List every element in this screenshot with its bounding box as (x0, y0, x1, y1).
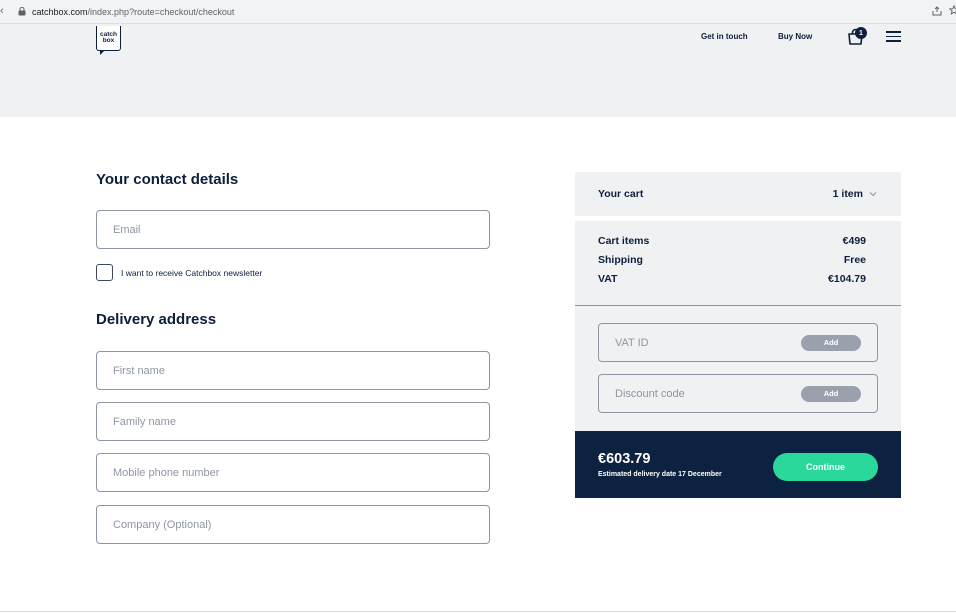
chevron-down-icon (869, 192, 877, 197)
continue-button[interactable]: Continue (773, 453, 878, 481)
discount-code-placeholder: Discount code (615, 387, 685, 400)
vat-id-field[interactable]: VAT ID Add (598, 323, 878, 362)
contact-details-heading: Your contact details (96, 171, 239, 188)
summary-row-shipping: Shipping Free (598, 251, 866, 270)
url-path: /index.php?route=checkout/checkout (87, 7, 235, 17)
summary-value: €499 (842, 235, 866, 247)
logo-text: catch box (100, 31, 117, 44)
mobile-phone-field[interactable]: Mobile phone number (96, 453, 490, 492)
newsletter-checkbox[interactable] (96, 264, 113, 281)
summary-row-vat: VAT €104.79 (598, 270, 866, 289)
summary-label: Cart items (598, 235, 650, 247)
site-header: catch box Get in touch Buy Now (0, 24, 956, 117)
summary-label: Shipping (598, 254, 643, 266)
url-text[interactable]: catchbox.com/index.php?route=checkout/ch… (32, 7, 234, 17)
cart-title: Your cart (598, 188, 644, 200)
cart-count-badge: 1 (855, 27, 867, 39)
vat-id-placeholder: VAT ID (615, 336, 649, 349)
delivery-address-heading: Delivery address (96, 311, 217, 328)
back-arrow-icon[interactable]: ‹ (0, 5, 4, 17)
get-in-touch-link[interactable]: Get in touch (701, 32, 748, 41)
total-amount: €603.79 (598, 451, 651, 467)
newsletter-option: I want to receive Catchbox newsletter (96, 264, 262, 281)
summary-value: €104.79 (828, 273, 866, 285)
discount-code-field[interactable]: Discount code Add (598, 374, 878, 413)
footer-divider (0, 611, 956, 612)
first-name-field[interactable]: First name (96, 351, 490, 390)
browser-address-bar: ‹ catchbox.com/index.php?route=checkout/… (0, 0, 956, 24)
family-name-field[interactable]: Family name (96, 402, 490, 441)
bookmark-star-icon[interactable] (949, 5, 956, 15)
cart-count: 1 item (833, 188, 877, 200)
buy-now-link[interactable]: Buy Now (778, 32, 812, 41)
cart-total-bar: €603.79 Estimated delivery date 17 Decem… (575, 431, 901, 498)
logo-line-2: box (102, 37, 115, 44)
cart-item-count: 1 item (832, 188, 863, 200)
cart-header-toggle[interactable]: Your cart 1 item (575, 172, 901, 216)
checkout-main: Your contact details Email I want to rec… (0, 117, 956, 544)
share-icon[interactable] (932, 6, 942, 16)
cart-summary: Cart items €499 Shipping Free VAT €104.7… (575, 221, 901, 306)
url-host: catchbox.com (32, 7, 88, 17)
hamburger-menu-icon[interactable] (886, 31, 901, 43)
newsletter-label: I want to receive Catchbox newsletter (121, 267, 263, 278)
cart-codes: VAT ID Add Discount code Add (575, 306, 901, 431)
add-vat-id-button[interactable]: Add (801, 334, 861, 351)
catchbox-logo[interactable]: catch box (96, 26, 121, 55)
summary-label: VAT (598, 273, 618, 285)
lock-icon (18, 7, 26, 16)
summary-row-cart-items: Cart items €499 (598, 232, 866, 251)
email-field[interactable]: Email (96, 210, 490, 249)
summary-value: Free (843, 254, 866, 266)
add-discount-button[interactable]: Add (801, 385, 861, 402)
delivery-estimate: Estimated delivery date 17 December (598, 471, 722, 478)
company-field[interactable]: Company (Optional) (96, 505, 490, 544)
